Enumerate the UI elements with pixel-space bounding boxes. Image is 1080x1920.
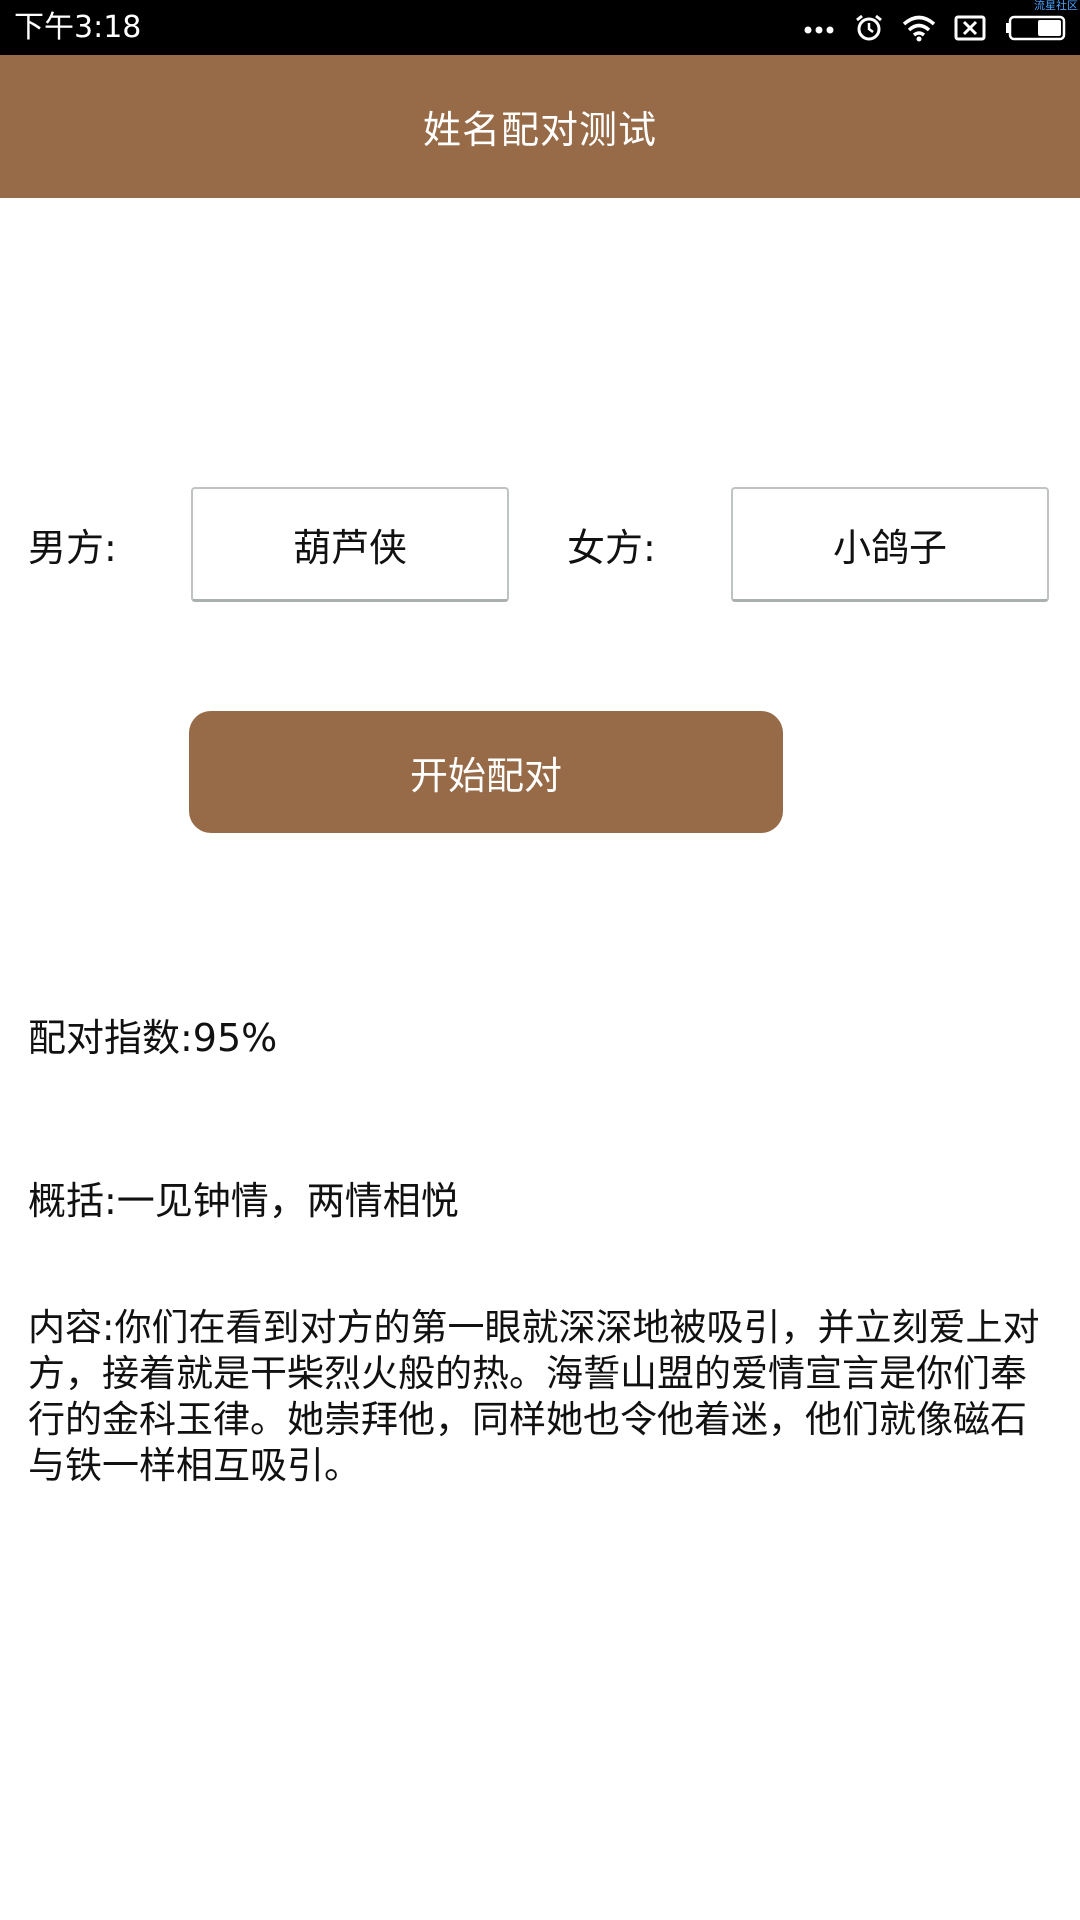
status-time: 下午3:18 bbox=[14, 10, 142, 45]
more-dots-icon bbox=[804, 22, 836, 34]
status-icons bbox=[804, 10, 1066, 46]
female-label: 女方: bbox=[567, 526, 656, 570]
match-content: 内容:你们在看到对方的第一眼就深深地被吸引，并立刻爱上对方，接着就是干柴烈火般的… bbox=[28, 1306, 1040, 1487]
sim-blocked-icon bbox=[954, 15, 986, 41]
page-title: 姓名配对测试 bbox=[422, 108, 657, 152]
male-name-input[interactable] bbox=[191, 487, 509, 602]
female-name-input[interactable] bbox=[731, 487, 1049, 602]
watermark: 流星社区 bbox=[1034, 0, 1078, 12]
battery-icon bbox=[1004, 15, 1066, 41]
male-label: 男方: bbox=[28, 526, 117, 570]
start-match-button[interactable]: 开始配对 bbox=[189, 711, 783, 833]
wifi-icon bbox=[902, 14, 936, 42]
match-summary: 概括:一见钟情，两情相悦 bbox=[28, 1179, 459, 1223]
app-bar: 姓名配对测试 bbox=[0, 55, 1080, 198]
status-bar: 下午3:18 流星社区 bbox=[0, 0, 1080, 55]
match-score: 配对指数:95% bbox=[28, 1016, 278, 1060]
alarm-icon bbox=[854, 13, 884, 43]
